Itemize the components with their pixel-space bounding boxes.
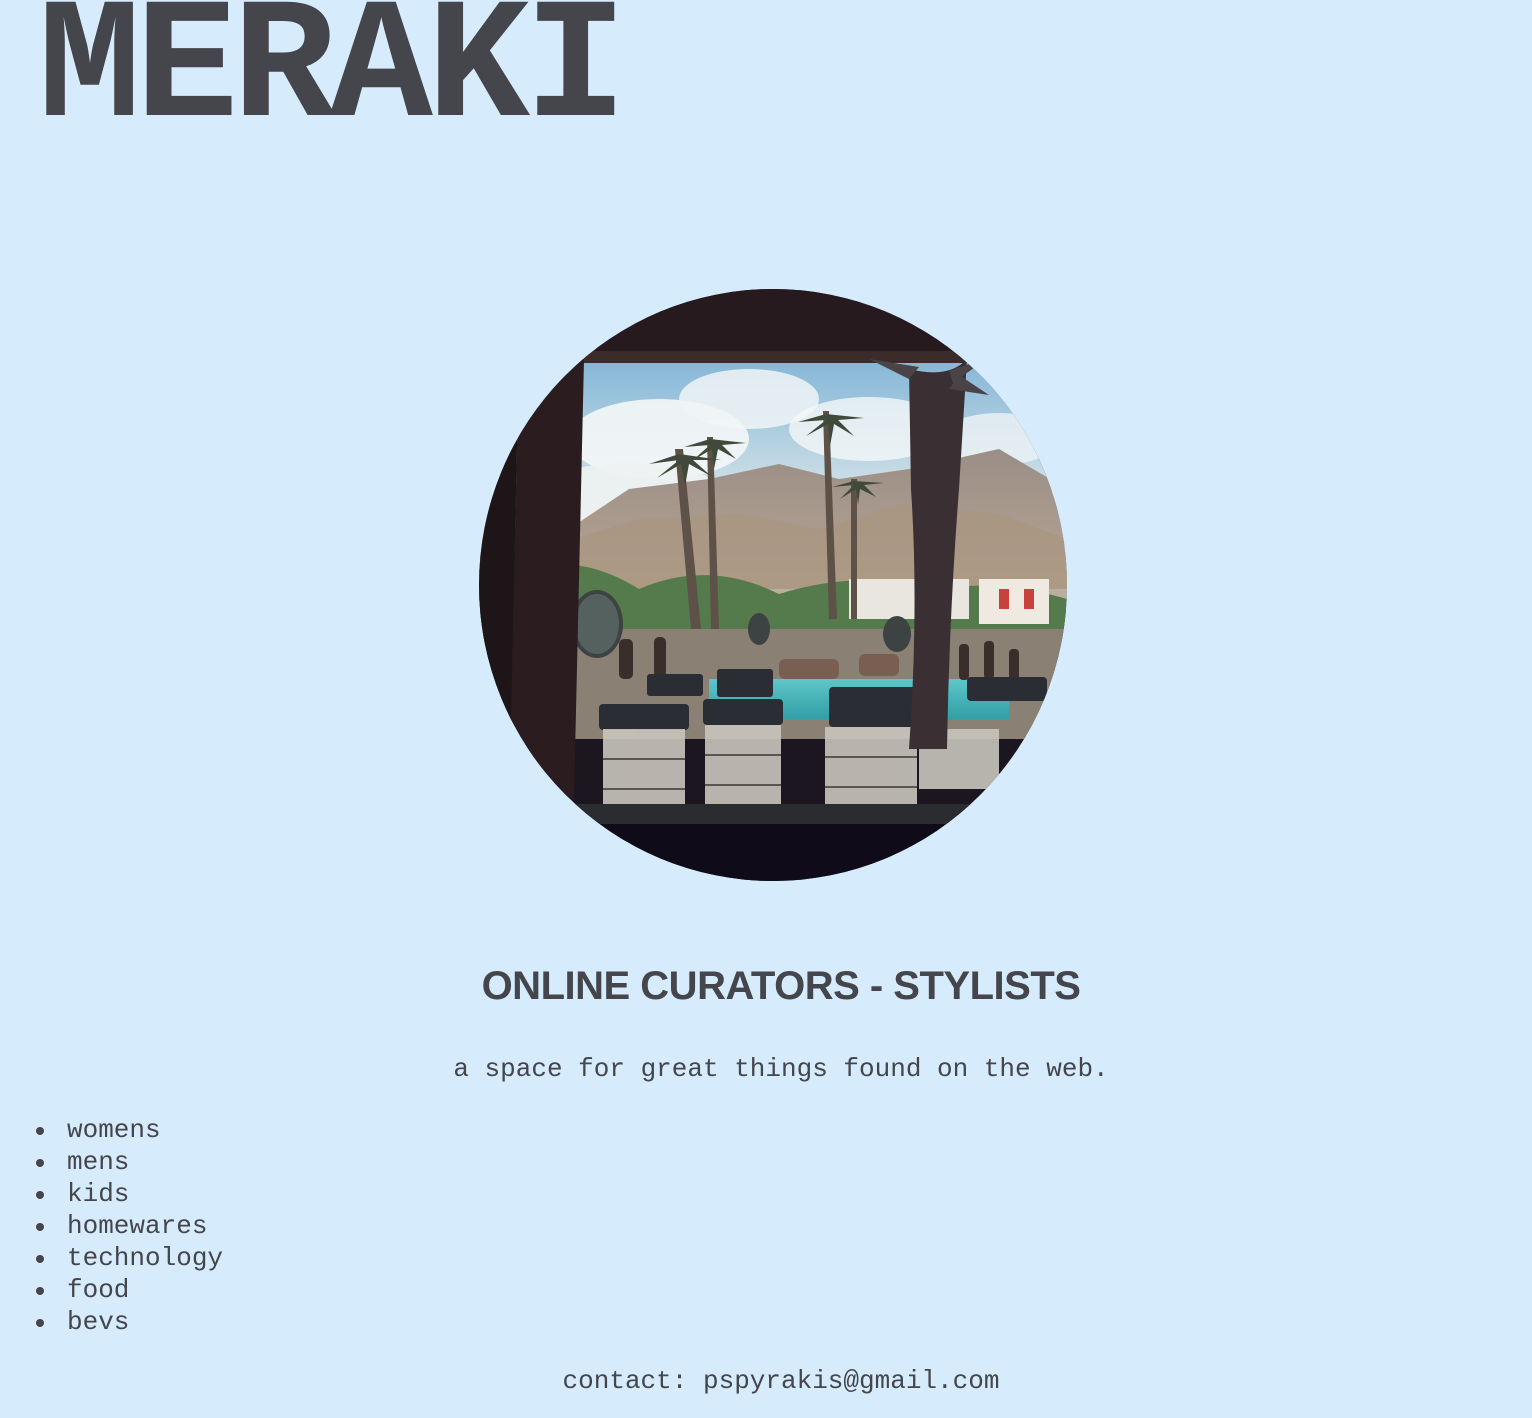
nav-item-food[interactable]: food <box>36 1274 223 1306</box>
bullet-icon <box>36 1159 44 1167</box>
hero-image <box>479 289 1067 881</box>
page: MERAKI ONLINE CURATORS - STYLISTS a spac… <box>0 0 1532 1418</box>
nav-item-label[interactable]: kids <box>67 1179 129 1209</box>
nav-item-label[interactable]: food <box>67 1275 129 1305</box>
bullet-icon <box>36 1191 44 1199</box>
bullet-icon <box>36 1223 44 1231</box>
hero-photo <box>479 289 1067 881</box>
nav-item-technology[interactable]: technology <box>36 1242 223 1274</box>
nav-item-bevs[interactable]: bevs <box>36 1306 223 1338</box>
bullet-icon <box>36 1127 44 1135</box>
contact-email-link[interactable]: pspyrakis@gmail.com <box>703 1366 999 1396</box>
nav-item-homewares[interactable]: homewares <box>36 1210 223 1242</box>
bullet-icon <box>36 1287 44 1295</box>
nav-item-label[interactable]: homewares <box>67 1211 207 1241</box>
contact-line: contact: pspyrakis@gmail.com <box>0 1364 1532 1398</box>
nav-item-label[interactable]: womens <box>67 1115 161 1145</box>
nav-item-label[interactable]: bevs <box>67 1307 129 1337</box>
nav-item-mens[interactable]: mens <box>36 1146 223 1178</box>
tagline: a space for great things found on the we… <box>453 1054 1109 1084</box>
site-logo[interactable]: MERAKI <box>38 0 627 156</box>
headline: ONLINE CURATORS - STYLISTS <box>481 964 1081 1008</box>
bullet-icon <box>36 1255 44 1263</box>
nav-item-label[interactable]: technology <box>67 1243 223 1273</box>
bullet-icon <box>36 1319 44 1327</box>
nav-item-kids[interactable]: kids <box>36 1178 223 1210</box>
contact-prefix: contact: <box>562 1366 688 1396</box>
category-nav: womens mens kids homewares technology fo… <box>0 1114 223 1338</box>
nav-item-womens[interactable]: womens <box>36 1114 223 1146</box>
nav-item-label[interactable]: mens <box>67 1147 129 1177</box>
